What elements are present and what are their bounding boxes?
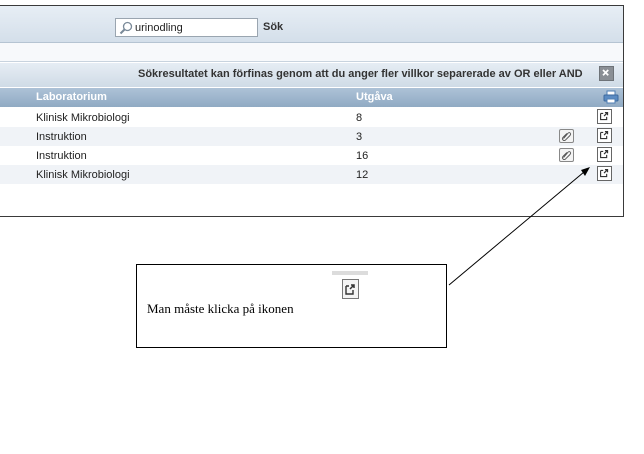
search-input[interactable]	[135, 20, 253, 35]
paperclip-icon[interactable]	[559, 148, 574, 162]
table-row[interactable]: Instruktion 3	[0, 127, 623, 146]
cell-utgava: 16	[356, 150, 369, 162]
table-header: Laboratorium Utgåva	[0, 88, 623, 107]
close-icon[interactable]	[599, 66, 614, 81]
search-field[interactable]	[115, 18, 258, 37]
info-message: Sökresultatet kan förfinas genom att du …	[138, 68, 583, 80]
toolbar-strip	[0, 43, 623, 62]
cell-utgava: 8	[356, 112, 363, 124]
annotation-callout: Man måste klicka på ikonen	[136, 264, 447, 348]
search-bar: Sök	[0, 6, 623, 43]
cell-laboratorium: Instruktion	[36, 131, 87, 143]
open-external-icon[interactable]	[597, 109, 612, 124]
cell-utgava: 12	[356, 169, 369, 181]
search-results-panel: Sök Sökresultatet kan förfinas genom att…	[0, 5, 624, 217]
column-header-laboratorium[interactable]: Laboratorium	[36, 91, 107, 103]
magnifier-icon	[119, 21, 133, 35]
cell-laboratorium: Instruktion	[36, 150, 87, 162]
column-header-utgava[interactable]: Utgåva	[356, 91, 393, 103]
table-row[interactable]: Instruktion 16	[0, 146, 623, 165]
callout-text: Man måste klicka på ikonen	[147, 301, 294, 316]
table-row[interactable]: Klinisk Mikrobiologi 8	[0, 108, 623, 127]
search-button[interactable]: Sök	[263, 21, 283, 33]
cell-laboratorium: Klinisk Mikrobiologi	[36, 169, 130, 181]
paperclip-icon[interactable]	[559, 129, 574, 143]
open-external-icon[interactable]	[597, 147, 612, 162]
cell-utgava: 3	[356, 131, 363, 143]
print-icon[interactable]	[603, 90, 619, 104]
info-bar: Sökresultatet kan förfinas genom att du …	[0, 63, 623, 87]
open-external-icon-sample	[332, 271, 368, 300]
table-row[interactable]: Klinisk Mikrobiologi 12	[0, 165, 623, 184]
open-external-icon[interactable]	[597, 128, 612, 143]
open-external-icon[interactable]	[597, 166, 612, 181]
cell-laboratorium: Klinisk Mikrobiologi	[36, 112, 130, 124]
